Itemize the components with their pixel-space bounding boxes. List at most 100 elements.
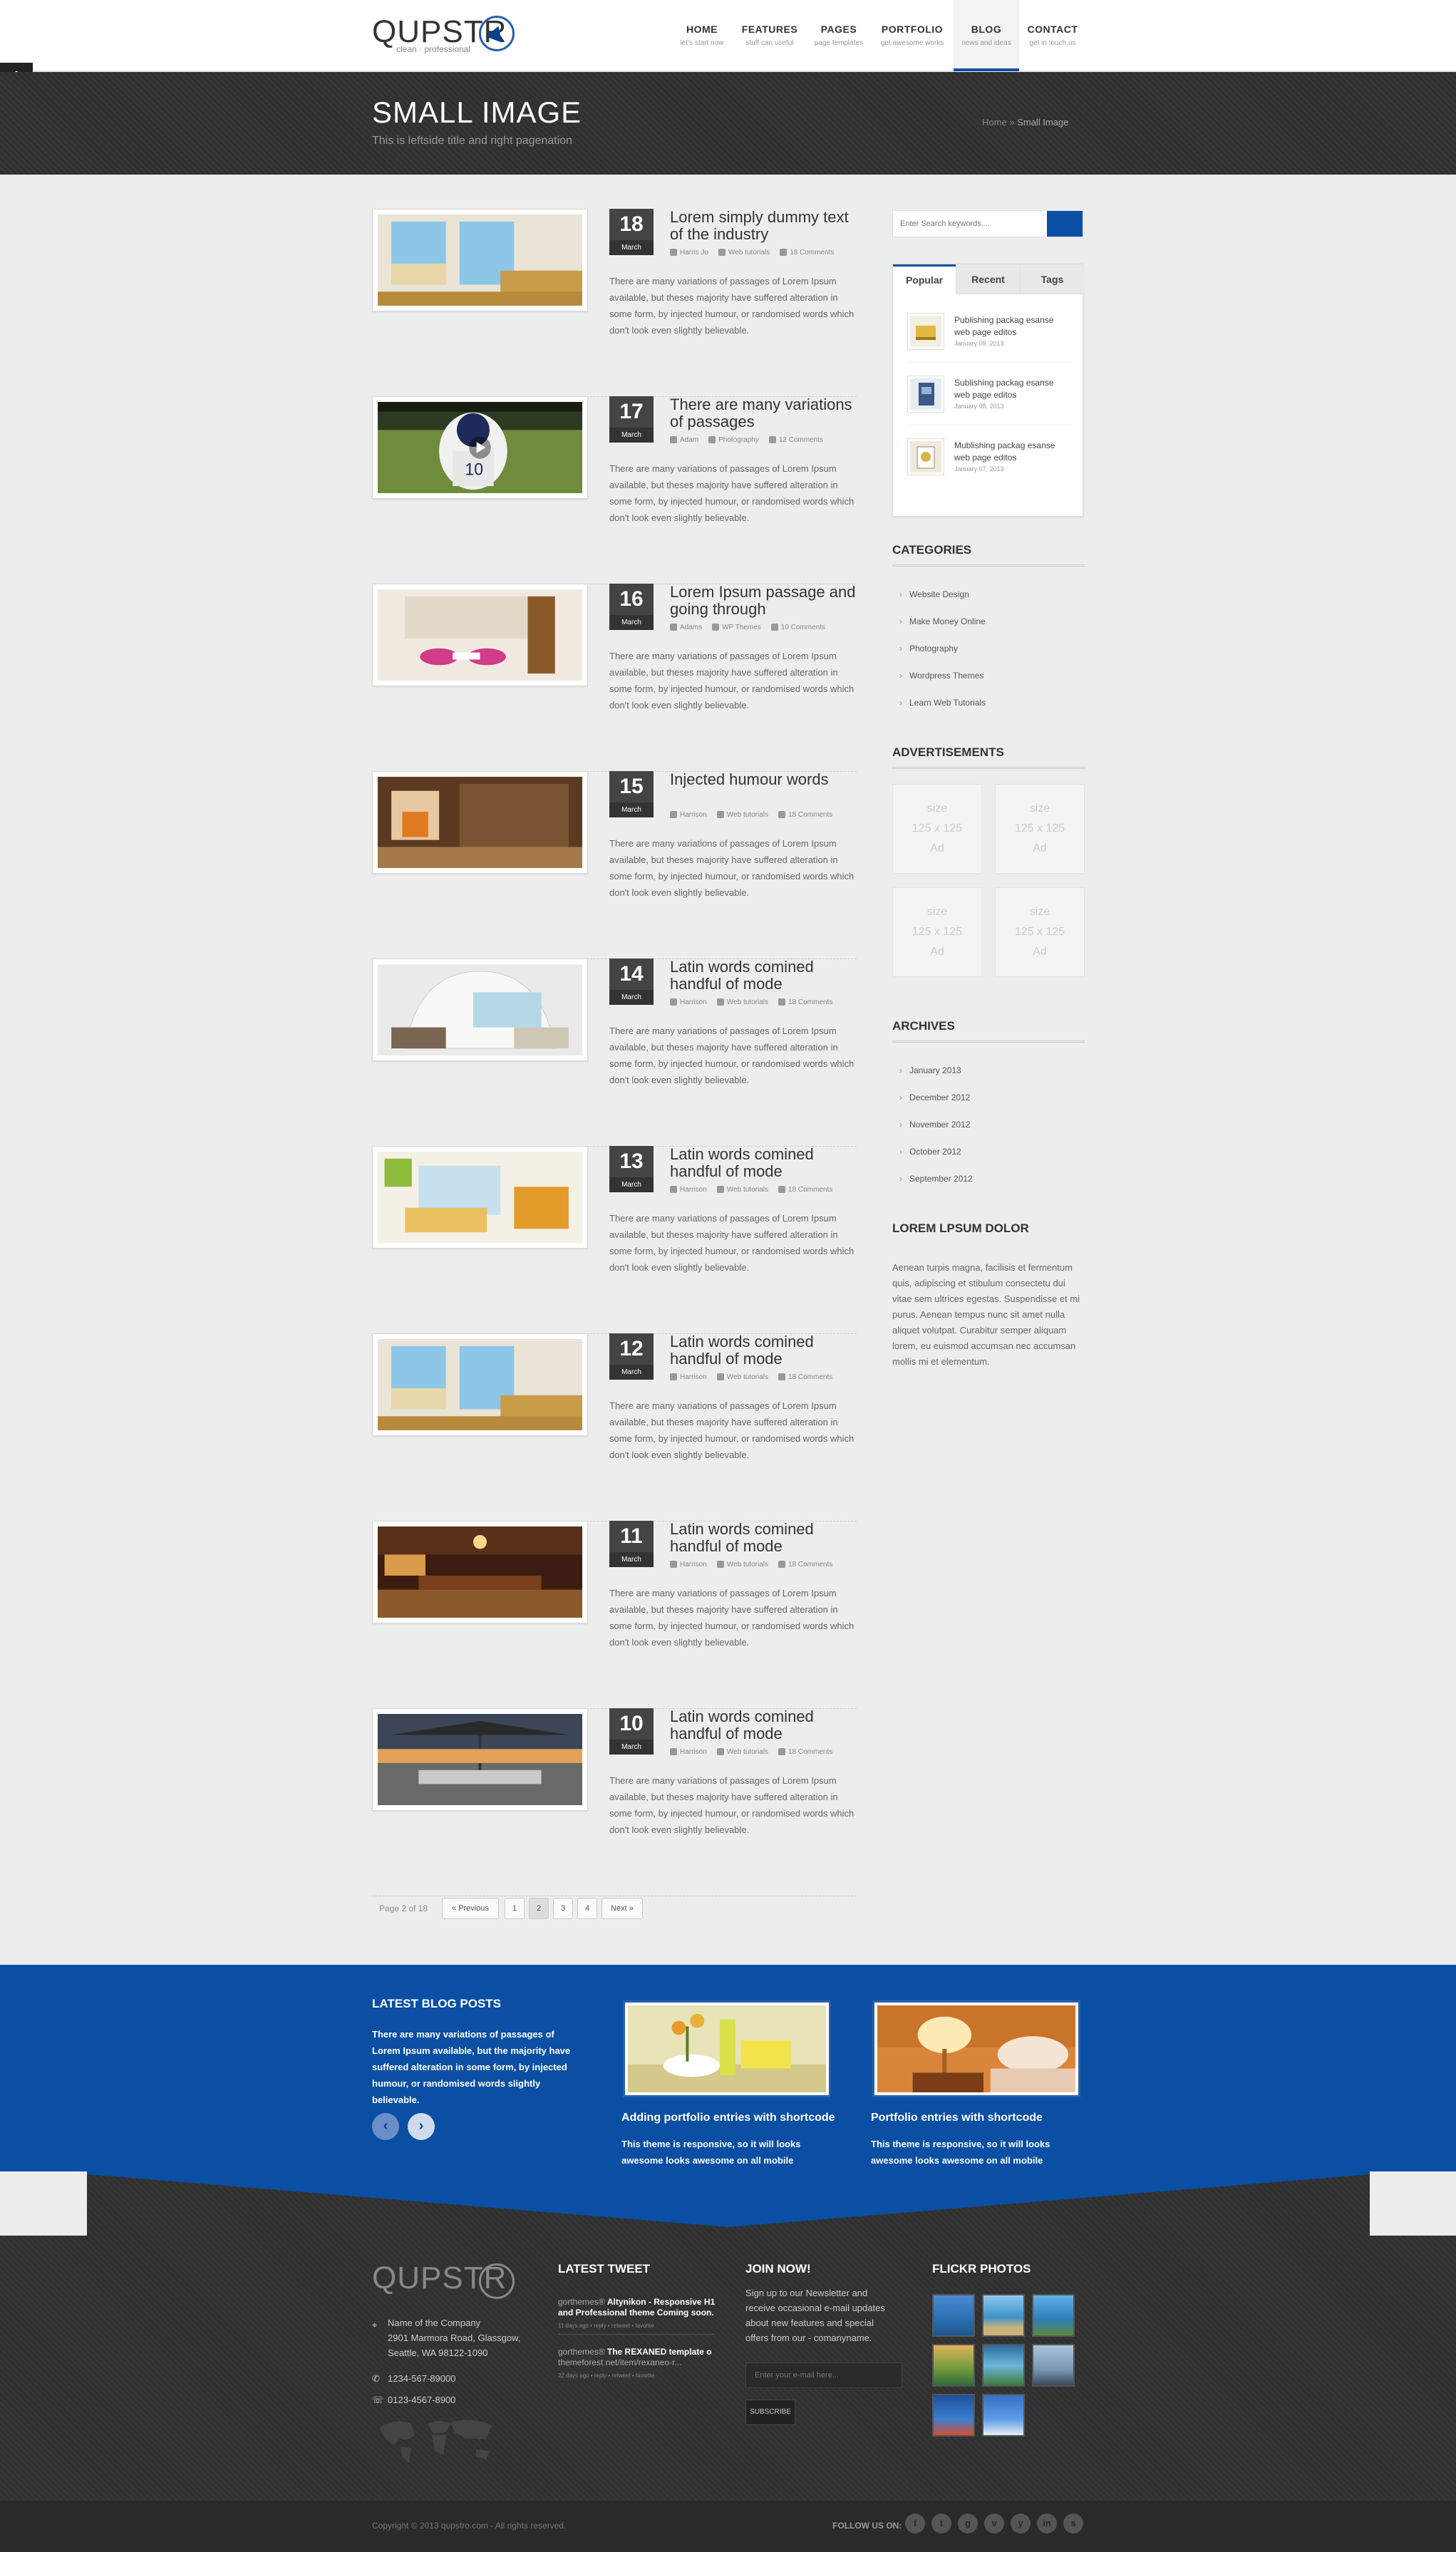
post-comments[interactable]: 18 Comments [778,1373,832,1381]
post-author[interactable]: Harrison [670,811,707,819]
portfolio-thumbnail[interactable] [872,2000,1080,2097]
post-comments[interactable]: 18 Comments [778,811,832,819]
footer-logo[interactable]: QUPSTR [372,2261,515,2299]
tweet-user[interactable]: gorthemes® [558,2297,605,2307]
breadcrumb-home[interactable]: Home [982,117,1007,128]
page-2-button[interactable]: 2 [529,1898,549,1919]
archive-link[interactable]: September 2012 [899,1174,973,1184]
post-title[interactable]: Lorem simply dummy text of the industry [670,209,857,243]
post-category[interactable]: Web tutorials [716,1748,768,1756]
nav-blog[interactable]: BLOG news and ideas [954,0,1019,71]
post-category[interactable]: WP Themes [712,624,761,631]
flickr-photo[interactable] [932,2294,975,2337]
post-title[interactable]: There are many variations of passages [670,396,857,430]
portfolio-thumbnail[interactable] [623,2000,831,2097]
post-category[interactable]: Web tutorials [716,998,768,1006]
post-category[interactable]: Web tutorials [716,1186,768,1194]
archive-link[interactable]: November 2012 [899,1120,970,1130]
post-title[interactable]: Latin words comined handful of mode [670,1521,857,1555]
tab-list-item[interactable]: Sublishing packag esanse web page editos… [907,376,1071,425]
tab-list-item[interactable]: Mublishing packag esanse web page editos… [907,438,1071,488]
post-author[interactable]: Adams [670,624,702,631]
tab-recent[interactable]: Recent [956,264,1020,294]
post-thumbnail[interactable] [372,771,588,874]
nav-home[interactable]: HOME let's start now [671,0,733,71]
search-button[interactable] [1047,211,1083,237]
post-comments[interactable]: 18 Comments [778,1561,832,1569]
tab-item-title[interactable]: Mublishing packag esanse web page editos [954,440,1068,464]
archive-link[interactable]: January 2013 [899,1065,961,1075]
next-page-button[interactable]: Next » [601,1898,643,1919]
flickr-photo[interactable] [932,2344,975,2387]
post-title[interactable]: Lorem Ipsum passage and going through [670,584,857,618]
category-link[interactable]: Wordpress Themes [899,671,983,681]
category-link[interactable]: Make Money Online [899,616,986,626]
carousel-next-button[interactable]: › [408,2113,435,2140]
skype-icon[interactable]: s [1063,2514,1083,2533]
post-thumbnail[interactable] [372,959,588,1061]
post-category[interactable]: Web tutorials [716,1561,768,1569]
post-thumbnail[interactable] [372,584,588,686]
post-comments[interactable]: 10 Comments [770,624,825,631]
nav-portfolio[interactable]: PORTFOLIO get awesome works [874,0,951,71]
page-1-button[interactable]: 1 [505,1898,525,1919]
subscribe-button[interactable]: SUBSCRIBE [745,2399,795,2425]
post-thumbnail[interactable] [372,1521,588,1623]
twitter-icon[interactable]: t [931,2514,951,2533]
post-comments[interactable]: 18 Comments [780,249,834,257]
tab-popular[interactable]: Popular [893,264,956,294]
post-thumbnail[interactable] [372,1146,588,1249]
search-input[interactable] [893,211,1048,237]
portfolio-title[interactable]: Portfolio entries with shortcode [871,2112,1043,2124]
post-comments[interactable]: 18 Comments [778,1186,832,1194]
post-title[interactable]: Injected humour words [670,771,857,788]
post-category[interactable]: Web tutorials [716,1373,768,1381]
nav-features[interactable]: FEATURES stuff can useful [735,0,804,71]
ad-slot[interactable]: size 125 x 125 Ad [995,887,1085,977]
ad-slot[interactable]: size 125 x 125 Ad [892,784,982,874]
post-author[interactable]: Harrison [670,998,707,1006]
post-author[interactable]: Harrison [670,1748,707,1756]
tab-item-title[interactable]: Publishing packag esanse web page editos [954,314,1068,339]
flickr-photo[interactable] [932,2394,975,2437]
ad-slot[interactable]: size 125 x 125 Ad [995,784,1085,874]
post-thumbnail[interactable] [372,1333,588,1436]
category-link[interactable]: Website Design [899,589,969,599]
linkedin-icon[interactable]: in [1037,2514,1057,2533]
flickr-photo[interactable] [1032,2294,1075,2337]
vimeo-icon[interactable]: v [984,2514,1004,2533]
page-4-button[interactable]: 4 [577,1898,597,1919]
youtube-icon[interactable]: y [1011,2514,1031,2533]
category-link[interactable]: Learn Web Tutorials [899,698,986,708]
post-comments[interactable]: 18 Comments [778,1748,832,1756]
carousel-prev-button[interactable]: ‹ [372,2113,399,2140]
category-link[interactable]: Photography [899,644,958,654]
post-author[interactable]: Harrison [670,1561,707,1569]
facebook-icon[interactable]: f [905,2514,925,2533]
tab-list-item[interactable]: Publishing packag esanse web page editos… [907,313,1071,363]
post-category[interactable]: Web tutorials [718,249,770,257]
post-thumbnail[interactable] [372,1708,588,1811]
post-title[interactable]: Latin words comined handful of mode [670,1333,857,1368]
post-title[interactable]: Latin words comined handful of mode [670,1146,857,1180]
post-thumbnail[interactable] [372,209,588,311]
flickr-photo[interactable] [982,2394,1025,2437]
post-author[interactable]: Harrison [670,1186,707,1194]
post-author[interactable]: Adam [670,436,698,444]
post-title[interactable]: Latin words comined handful of mode [670,959,857,993]
nav-contact[interactable]: CONTACT get in touch us [1021,0,1085,71]
post-comments[interactable]: 18 Comments [778,998,832,1006]
archive-link[interactable]: December 2012 [899,1092,970,1102]
nav-pages[interactable]: PAGES page templates [807,0,871,71]
tweet-link[interactable]: themeforest.net/item/rexaneo-r... [558,2357,681,2367]
archive-link[interactable]: October 2012 [899,1147,961,1157]
post-comments[interactable]: 12 Comments [768,436,823,444]
post-thumbnail[interactable]: 10 [372,396,588,499]
site-logo[interactable]: QUPSTR clean · professional [372,14,522,57]
post-category[interactable]: Photography [708,436,759,444]
portfolio-title[interactable]: Adding portfolio entries with shortcode [621,2112,835,2124]
tweet-user[interactable]: gorthemes® [558,2347,605,2357]
page-3-button[interactable]: 3 [553,1898,573,1919]
flickr-photo[interactable] [982,2344,1025,2387]
tab-item-title[interactable]: Sublishing packag esanse web page editos [954,377,1068,401]
